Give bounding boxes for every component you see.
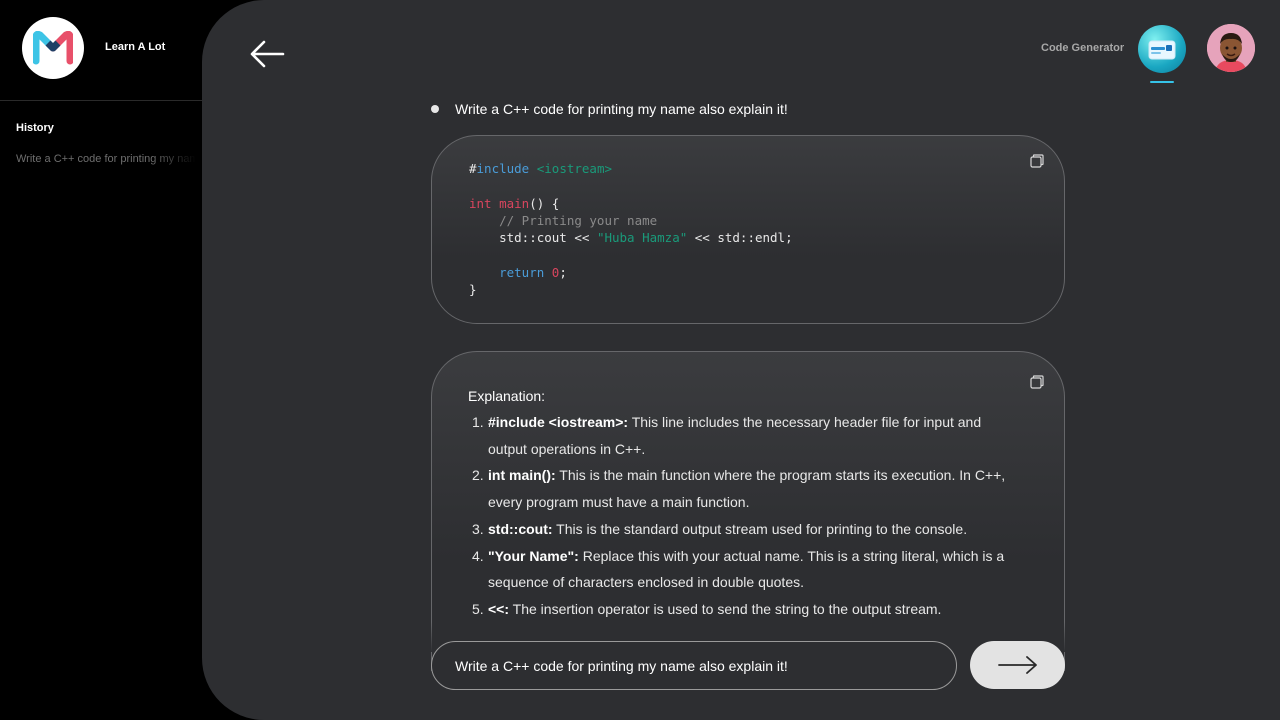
list-item: 2. int main(): This is the main function … xyxy=(472,467,1006,511)
user-avatar[interactable] xyxy=(1207,24,1255,72)
user-prompt: Write a C++ code for printing my name al… xyxy=(455,101,788,117)
copy-icon[interactable] xyxy=(1030,375,1044,389)
code-content: #include <iostream> int main() { // Prin… xyxy=(469,161,793,298)
explanation-title: Explanation: xyxy=(468,388,546,404)
history-item[interactable]: Write a C++ code for printing my name al… xyxy=(16,153,196,165)
arrow-right-icon xyxy=(997,656,1037,674)
list-item: 3. std::cout: This is the standard output… xyxy=(472,520,968,537)
prompt-bullet xyxy=(431,105,439,113)
sidebar: Learn A Lot History Write a C++ code for… xyxy=(0,0,202,720)
app-name: Learn A Lot xyxy=(105,41,166,53)
history-title: History xyxy=(16,122,54,134)
brand-logo-icon[interactable] xyxy=(22,17,84,79)
copy-icon[interactable] xyxy=(1030,154,1044,168)
arrow-left-icon xyxy=(250,40,285,68)
sidebar-divider xyxy=(0,100,202,101)
chat-input[interactable] xyxy=(431,641,957,690)
list-item: 1. #include <iostream>: This line include… xyxy=(472,414,982,457)
code-block: #include <iostream> int main() { // Prin… xyxy=(431,135,1065,324)
main-panel: Code Generator Write a C++ code for prin… xyxy=(202,0,1280,720)
code-generator-icon[interactable] xyxy=(1138,25,1186,73)
send-button[interactable] xyxy=(970,641,1065,689)
explanation-list: 1. #include <iostream>: This line include… xyxy=(468,409,1014,623)
list-item: 5. <<: The insertion operator is used to … xyxy=(472,600,942,617)
back-button[interactable] xyxy=(248,38,286,70)
list-item: 4. "Your Name": Replace this with your ac… xyxy=(472,547,1005,591)
active-indicator xyxy=(1150,81,1174,83)
page-title: Code Generator xyxy=(1041,42,1125,54)
